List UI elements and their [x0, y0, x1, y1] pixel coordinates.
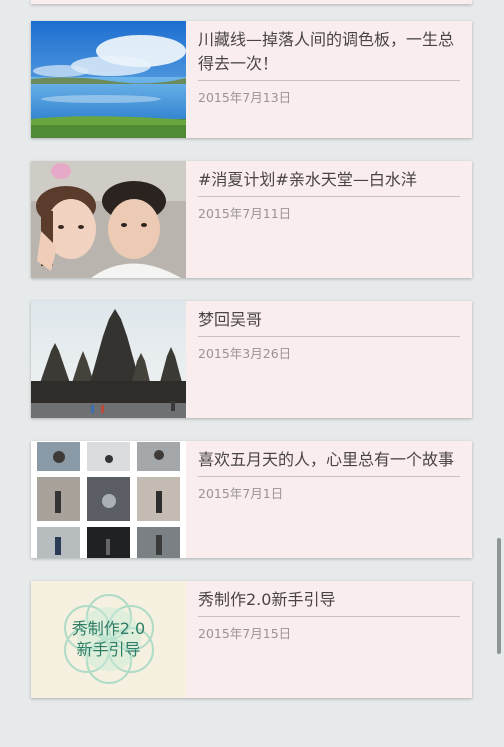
post-title: 梦回吴哥	[198, 308, 460, 337]
post-info: 喜欢五月天的人，心里总有一个故事 2015年7月1日	[186, 441, 472, 558]
post-card[interactable]: 梦回吴哥 2015年3月26日	[31, 301, 472, 418]
post-date: 2015年3月26日	[198, 346, 292, 361]
post-feed: 川藏线—掉落人间的调色板，一生总得去一次！ 2015年7月13日 #消夏计划#亲…	[0, 0, 504, 747]
guide-thumb-line: 新手引导	[76, 640, 141, 659]
previous-card-edge	[31, 0, 472, 4]
post-date: 2015年7月13日	[198, 90, 292, 105]
post-info: #消夏计划#亲水天堂—白水洋 2015年7月11日	[186, 161, 472, 278]
post-card[interactable]: 川藏线—掉落人间的调色板，一生总得去一次！ 2015年7月13日	[31, 21, 472, 138]
scrollbar[interactable]	[497, 538, 501, 654]
guide-thumb-text: 秀制作2.0 新手引导	[31, 618, 186, 660]
post-title: #消夏计划#亲水天堂—白水洋	[198, 168, 460, 197]
post-date: 2015年7月11日	[198, 206, 292, 221]
post-date: 2015年7月15日	[198, 626, 292, 641]
post-title: 秀制作2.0新手引导	[198, 588, 460, 617]
post-info: 梦回吴哥 2015年3月26日	[186, 301, 472, 418]
post-date: 2015年7月1日	[198, 486, 284, 501]
post-thumbnail-temple	[31, 301, 186, 418]
guide-thumb-line: 秀制作2.0	[71, 619, 146, 638]
post-title: 川藏线—掉落人间的调色板，一生总得去一次！	[198, 28, 460, 81]
post-thumbnail-guide: 秀制作2.0 新手引导	[31, 581, 186, 698]
post-info: 秀制作2.0新手引导 2015年7月15日	[186, 581, 472, 698]
post-thumbnail-collage	[31, 441, 186, 558]
post-card[interactable]: #消夏计划#亲水天堂—白水洋 2015年7月11日	[31, 161, 472, 278]
post-card[interactable]: 喜欢五月天的人，心里总有一个故事 2015年7月1日	[31, 441, 472, 558]
post-title: 喜欢五月天的人，心里总有一个故事	[198, 448, 460, 477]
post-thumbnail-selfie	[31, 161, 186, 278]
post-card[interactable]: 秀制作2.0 新手引导 秀制作2.0新手引导 2015年7月15日	[31, 581, 472, 698]
post-info: 川藏线—掉落人间的调色板，一生总得去一次！ 2015年7月13日	[186, 21, 472, 138]
post-thumbnail-lake	[31, 21, 186, 138]
